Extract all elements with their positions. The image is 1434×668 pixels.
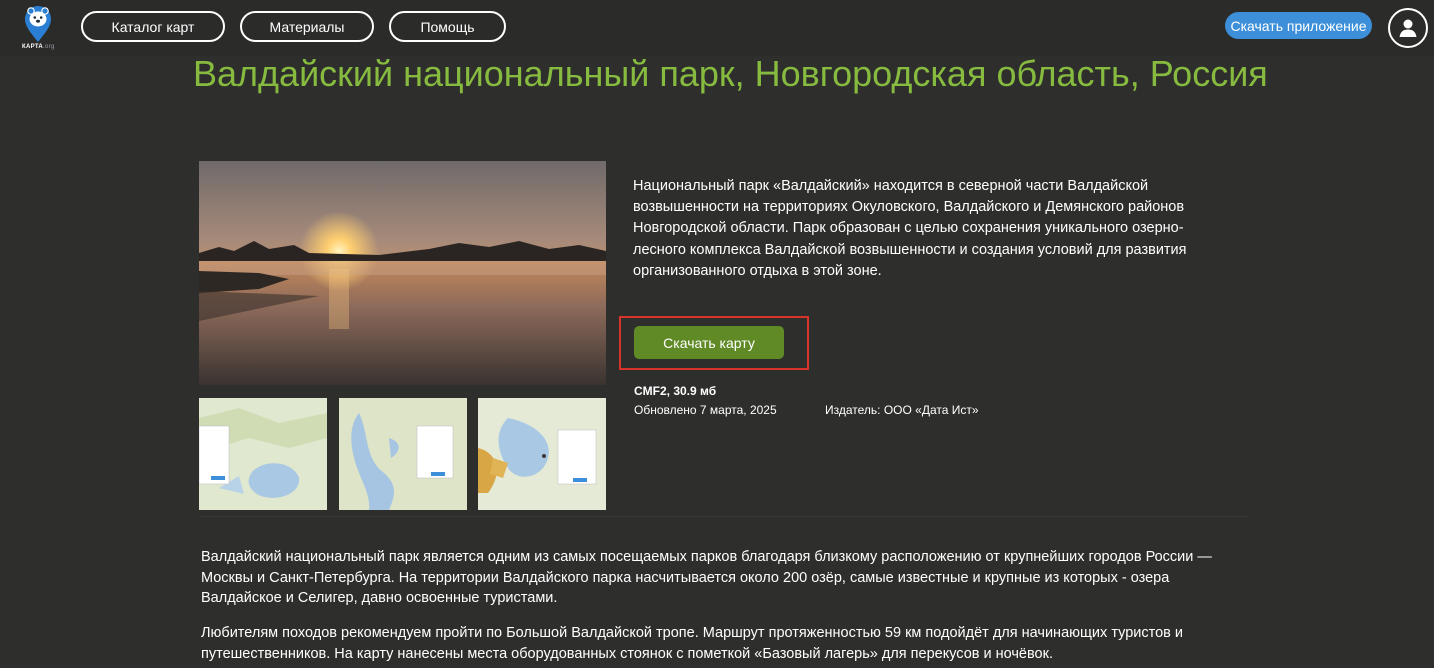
download-map-button[interactable]: Скачать карту bbox=[634, 326, 784, 359]
user-icon bbox=[1399, 19, 1417, 37]
publisher-info: Издатель: ООО «Дата Ист» bbox=[825, 403, 979, 417]
section-divider bbox=[199, 516, 1249, 517]
user-avatar-button[interactable] bbox=[1388, 8, 1428, 48]
thumbnail-3[interactable] bbox=[478, 398, 606, 510]
download-app-button[interactable]: Скачать приложение bbox=[1225, 12, 1372, 39]
updated-date: Обновлено 7 марта, 2025 bbox=[634, 403, 777, 417]
park-description: Национальный парк «Валдайский» находится… bbox=[633, 178, 1187, 279]
body-paragraph-2: Любителям походов рекомендуем пройти по … bbox=[201, 625, 1183, 662]
thumbnail-2[interactable] bbox=[339, 398, 467, 510]
top-bar: КАРТА.org Каталог карт Материалы Помощь … bbox=[0, 0, 1434, 56]
nav-catalog-button[interactable]: Каталог карт bbox=[81, 11, 225, 42]
main-photo[interactable] bbox=[199, 161, 606, 385]
body-paragraph-1: Валдайский национальный парк является од… bbox=[201, 549, 1212, 606]
nav-materials-button[interactable]: Материалы bbox=[240, 11, 374, 42]
file-info: CMF2, 30.9 мб bbox=[634, 384, 717, 398]
nav-help-button[interactable]: Помощь bbox=[389, 11, 506, 42]
page-title: Валдайский национальный парк, Новгородск… bbox=[193, 53, 1268, 94]
site-logo[interactable]: КАРТА.org bbox=[20, 4, 56, 52]
thumbnail-1[interactable] bbox=[199, 398, 327, 510]
logo-text: КАРТА.org bbox=[22, 44, 55, 50]
bear-pin-icon bbox=[25, 6, 51, 42]
